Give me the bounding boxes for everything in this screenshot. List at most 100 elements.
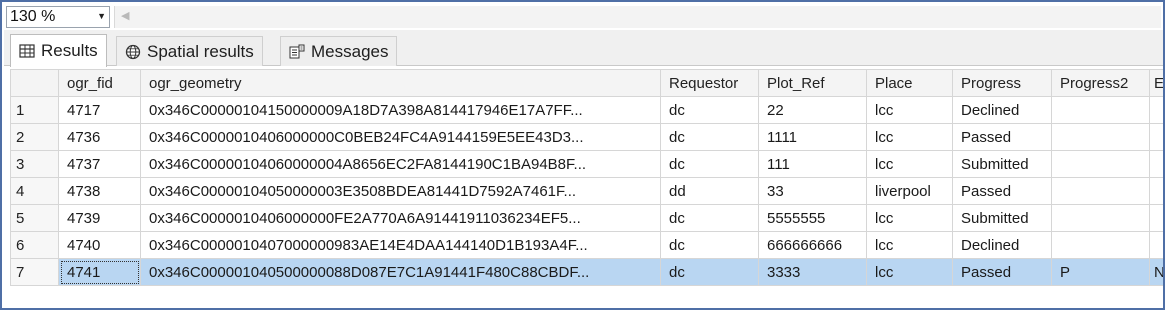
grid-cell[interactable]: 4736 xyxy=(58,123,141,151)
column-header[interactable]: Place xyxy=(866,69,953,97)
grid-footer xyxy=(4,292,1163,308)
column-header[interactable]: Progress2 xyxy=(1051,69,1150,97)
grid-cell[interactable]: 4740 xyxy=(58,231,141,259)
grid-cell[interactable]: dc xyxy=(660,150,759,178)
tab-spatial-results-label: Spatial results xyxy=(147,41,254,61)
table-row[interactable]: 7 4741 0x346C000001040500000088D087E7C1A91… xyxy=(10,258,1163,286)
column-header[interactable]: ogr_fid xyxy=(58,69,141,97)
table-row[interactable]: 2 4736 0x346C0000010406000000C0BEB24FC4A91… xyxy=(10,123,1163,151)
grid-cell[interactable] xyxy=(1051,96,1150,124)
grid-cell[interactable]: liverpool xyxy=(866,177,953,205)
grid-cell[interactable]: 0x346C0000010407000000983AE14E4DAA144140… xyxy=(140,231,661,259)
grid-cell[interactable]: N xyxy=(1149,258,1163,286)
grid-cell[interactable] xyxy=(1149,123,1163,151)
results-grid[interactable]: ogr_fid ogr_geometry Requestor Plot_Ref … xyxy=(10,69,1163,292)
grid-cell[interactable] xyxy=(1149,177,1163,205)
row-number[interactable]: 3 xyxy=(10,150,59,178)
grid-cell[interactable]: 0x346C000001040500000088D087E7C1A91441F4… xyxy=(140,258,661,286)
grid-cell[interactable]: dc xyxy=(660,258,759,286)
grid-cell[interactable] xyxy=(1149,231,1163,259)
column-header[interactable]: Progress xyxy=(952,69,1052,97)
tab-messages[interactable]: Messages xyxy=(280,36,398,66)
grid-cell[interactable]: 0x346C0000010406000000C0BEB24FC4A9144159… xyxy=(140,123,661,151)
grid-cell[interactable]: 4738 xyxy=(58,177,141,205)
grid-cell[interactable]: lcc xyxy=(866,96,953,124)
table-row[interactable]: 4 4738 0x346C00000104050000003E3508BDEA814… xyxy=(10,177,1163,205)
grid-cell[interactable]: Passed xyxy=(952,123,1052,151)
column-header[interactable]: Plot_Ref xyxy=(758,69,867,97)
grid-cell[interactable]: lcc xyxy=(866,204,953,232)
grid-cell[interactable]: P xyxy=(1051,258,1150,286)
messages-icon xyxy=(289,44,305,58)
row-number[interactable]: 4 xyxy=(10,177,59,205)
grid-cell[interactable]: 0x346C0000010406000000FE2A770A6A91441911… xyxy=(140,204,661,232)
results-table: ogr_fid ogr_geometry Requestor Plot_Ref … xyxy=(10,69,1163,286)
grid-cell[interactable]: 111 xyxy=(758,150,867,178)
grid-cell[interactable]: Declined xyxy=(952,96,1052,124)
grid-cell[interactable]: lcc xyxy=(866,231,953,259)
grid-cell[interactable] xyxy=(1051,123,1150,151)
zoom-select[interactable]: 130 % ▼ xyxy=(6,6,110,28)
grid-cell[interactable]: Passed xyxy=(952,177,1052,205)
grid-cell[interactable]: 1111 xyxy=(758,123,867,151)
globe-icon xyxy=(125,44,141,59)
grid-cell[interactable]: 0x346C00000104150000009A18D7A398A8144179… xyxy=(140,96,661,124)
grid-cell[interactable]: lcc xyxy=(866,258,953,286)
grid-cell[interactable]: lcc xyxy=(866,123,953,151)
grid-cell[interactable]: dd xyxy=(660,177,759,205)
grid-cell[interactable] xyxy=(1149,204,1163,232)
grid-cell[interactable]: lcc xyxy=(866,150,953,178)
grid-cell[interactable]: dc xyxy=(660,231,759,259)
grid-cell[interactable] xyxy=(1149,150,1163,178)
grid-cell[interactable]: dc xyxy=(660,123,759,151)
row-number[interactable]: 7 xyxy=(10,258,59,286)
column-header[interactable]: ogr_geometry xyxy=(140,69,661,97)
table-row[interactable]: 3 4737 0x346C00000104060000004A8656EC2FA81… xyxy=(10,150,1163,178)
grid-cell[interactable] xyxy=(1051,231,1150,259)
grid-cell[interactable]: Declined xyxy=(952,231,1052,259)
row-number[interactable]: 1 xyxy=(10,96,59,124)
grid-cell[interactable]: 5555555 xyxy=(758,204,867,232)
grid-cell[interactable]: 0x346C00000104060000004A8656EC2FA8144190… xyxy=(140,150,661,178)
row-number[interactable]: 6 xyxy=(10,231,59,259)
row-number[interactable]: 5 xyxy=(10,204,59,232)
grid-cell[interactable]: dc xyxy=(660,96,759,124)
grid-cell[interactable]: 4717 xyxy=(58,96,141,124)
grid-cell[interactable]: 4739 xyxy=(58,204,141,232)
table-row[interactable]: 1 4717 0x346C00000104150000009A18D7A398A81… xyxy=(10,96,1163,124)
table-row[interactable]: 5 4739 0x346C0000010406000000FE2A770A6A914… xyxy=(10,204,1163,232)
row-number[interactable]: 2 xyxy=(10,123,59,151)
grid-cell[interactable] xyxy=(1051,177,1150,205)
editor-hscrollbar[interactable]: ◀ xyxy=(114,6,1161,28)
column-header[interactable]: E xyxy=(1149,69,1163,97)
grid-cell[interactable] xyxy=(1051,150,1150,178)
result-tabs: Results Spatial results Messages xyxy=(4,30,1163,67)
grid-cell[interactable]: 4737 xyxy=(58,150,141,178)
grid-cell[interactable]: Submitted xyxy=(952,204,1052,232)
grid-cell[interactable]: Passed xyxy=(952,258,1052,286)
column-header[interactable]: Requestor xyxy=(660,69,759,97)
grid-cell[interactable]: Submitted xyxy=(952,150,1052,178)
grid-cell[interactable]: dc xyxy=(660,204,759,232)
scroll-left-icon[interactable]: ◀ xyxy=(121,9,129,22)
grid-cell[interactable]: 4741 xyxy=(58,258,141,286)
table-row[interactable]: 6 4740 0x346C0000010407000000983AE14E4DAA1… xyxy=(10,231,1163,259)
grid-cell[interactable]: 0x346C00000104050000003E3508BDEA81441D75… xyxy=(140,177,661,205)
tab-results-label: Results xyxy=(41,41,98,60)
tab-messages-label: Messages xyxy=(311,41,389,61)
grid-cell[interactable] xyxy=(1149,96,1163,124)
grid-cell[interactable] xyxy=(1051,204,1150,232)
header-row: ogr_fid ogr_geometry Requestor Plot_Ref … xyxy=(10,69,1163,97)
grid-icon xyxy=(19,44,35,58)
grid-cell[interactable]: 22 xyxy=(758,96,867,124)
grid-cell[interactable]: 666666666 xyxy=(758,231,867,259)
tab-results[interactable]: Results xyxy=(10,34,107,67)
zoom-value: 130 % xyxy=(10,8,56,25)
grid-cell[interactable]: 3333 xyxy=(758,258,867,286)
grid-cell[interactable]: 33 xyxy=(758,177,867,205)
results-pane: 130 % ▼ ◀ Results Spatial results Messag… xyxy=(0,0,1165,310)
tab-spatial-results[interactable]: Spatial results xyxy=(116,36,263,66)
chevron-down-icon: ▼ xyxy=(97,11,106,21)
select-all-corner[interactable] xyxy=(10,69,59,97)
zoom-toolbar: 130 % ▼ ◀ xyxy=(4,4,1163,30)
